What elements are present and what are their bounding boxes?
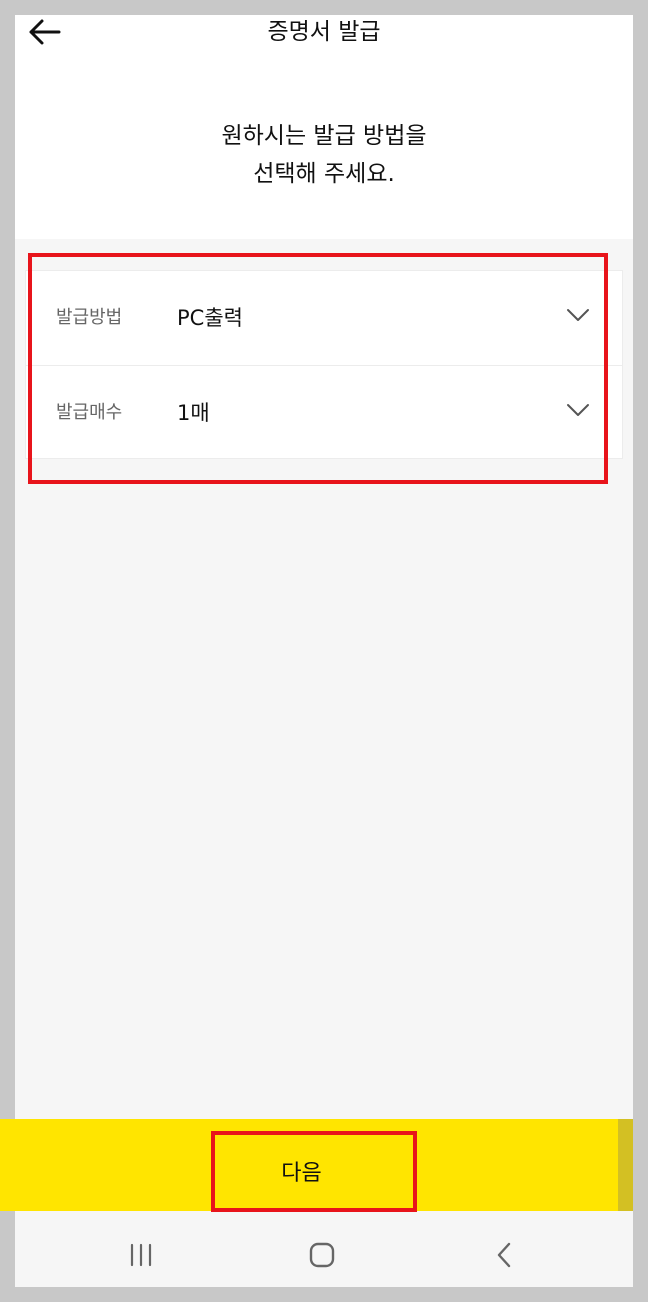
issue-count-value: 1매 (177, 401, 210, 425)
chevron-down-icon (567, 309, 589, 321)
options-card: 발급방법 PC출력 발급매수 1매 (25, 270, 623, 459)
page-title: 증명서 발급 (267, 19, 381, 45)
back-icon (497, 1242, 511, 1268)
nav-back-button[interactable] (484, 1238, 524, 1272)
chevron-down-icon (567, 404, 589, 416)
header-area: 증명서 발급 원하시는 발급 방법을 선택해 주세요. (15, 15, 633, 239)
next-button[interactable]: 다음 (200, 1134, 403, 1214)
issue-method-label: 발급방법 (56, 307, 123, 328)
issue-count-select[interactable]: 발급매수 1매 (26, 366, 622, 460)
instruction-line-1: 원하시는 발급 방법을 (221, 123, 427, 149)
issue-method-value: PC출력 (177, 306, 243, 330)
instruction-line-2: 선택해 주세요. (253, 161, 395, 187)
issue-method-select[interactable]: 발급방법 PC출력 (26, 271, 622, 366)
bottom-action-bar: 다음 (0, 1119, 633, 1211)
recent-apps-icon (130, 1243, 152, 1267)
home-button[interactable] (302, 1238, 342, 1272)
issue-count-label: 발급매수 (56, 402, 123, 423)
instruction-text: 원하시는 발급 방법을 선택해 주세요. (15, 117, 633, 193)
phone-screen: 증명서 발급 원하시는 발급 방법을 선택해 주세요. 발급방법 PC출력 발급… (15, 15, 633, 1287)
system-nav-bar (15, 1226, 633, 1287)
recent-apps-button[interactable] (121, 1238, 161, 1272)
bar-edge-right (618, 1119, 633, 1211)
home-icon (309, 1242, 335, 1268)
